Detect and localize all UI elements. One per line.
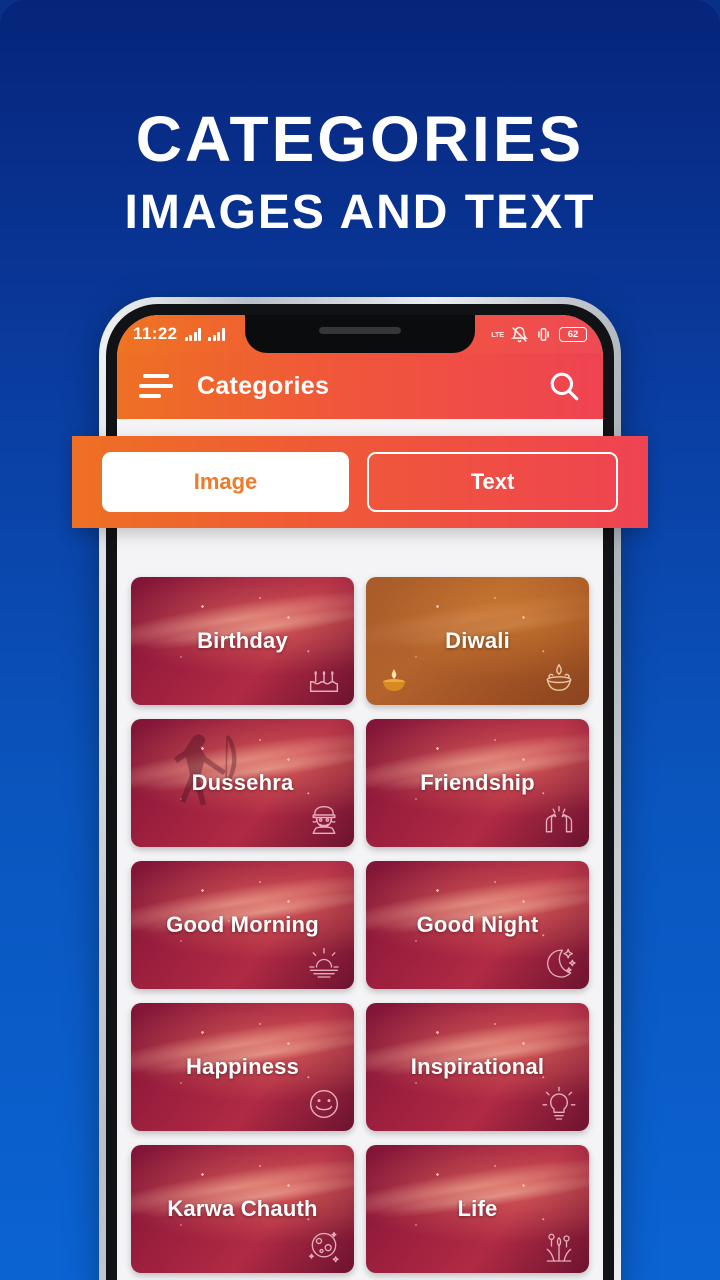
- status-bar-left: 11:22: [133, 324, 225, 344]
- moon-stars-icon: [539, 942, 579, 982]
- battery-icon: 62: [559, 326, 587, 342]
- tab-text[interactable]: Text: [367, 452, 618, 512]
- category-label: Dussehra: [191, 770, 294, 795]
- ravana-face-icon: [304, 800, 344, 840]
- tab-bar: Image Text: [72, 436, 648, 528]
- category-card-life[interactable]: Life: [366, 1145, 589, 1273]
- sunrise-icon: [304, 942, 344, 982]
- diya-lamp-icon: [539, 658, 579, 698]
- category-card-birthday[interactable]: Birthday: [131, 577, 354, 705]
- category-card-diwali[interactable]: Diwali: [366, 577, 589, 705]
- promo-headline: CATEGORIES IMAGES AND TEXT: [0, 104, 720, 242]
- lit-diya-decoration: [374, 665, 414, 697]
- status-time: 11:22: [133, 324, 178, 343]
- category-label: Inspirational: [410, 1054, 545, 1079]
- promo-canvas: CATEGORIES IMAGES AND TEXT 11:22 LTE 62 …: [0, 0, 720, 1280]
- full-moon-icon: [304, 1226, 344, 1266]
- category-label: Karwa Chauth: [167, 1196, 318, 1221]
- lightbulb-icon: [539, 1084, 579, 1124]
- hamburger-icon[interactable]: [139, 374, 173, 398]
- signal-bars-sim2-icon: [208, 327, 225, 341]
- category-card-friendship[interactable]: Friendship: [366, 719, 589, 847]
- high-five-icon: [539, 800, 579, 840]
- category-card-inspirational[interactable]: Inspirational: [366, 1003, 589, 1131]
- smiley-face-icon: [304, 1084, 344, 1124]
- category-card-happiness[interactable]: Happiness: [131, 1003, 354, 1131]
- category-label: Good Night: [416, 912, 539, 937]
- category-label: Birthday: [197, 628, 288, 653]
- bell-muted-icon: [511, 326, 528, 343]
- vibrate-icon: [535, 326, 552, 343]
- birthday-cake-icon: [304, 658, 344, 698]
- category-card-good-night[interactable]: Good Night: [366, 861, 589, 989]
- signal-bars-sim1-icon: [184, 327, 202, 341]
- category-list[interactable]: Birthday Diwali Dussehra Friendship Good…: [117, 419, 603, 1280]
- category-label: Good Morning: [166, 912, 319, 937]
- category-label: Diwali: [445, 628, 510, 653]
- search-icon[interactable]: [547, 369, 581, 403]
- category-label: Friendship: [420, 770, 535, 795]
- category-card-good-morning[interactable]: Good Morning: [131, 861, 354, 989]
- category-label: Life: [457, 1196, 498, 1221]
- headline-line-2: IMAGES AND TEXT: [124, 186, 596, 239]
- lte-data-icon: LTE: [491, 329, 504, 339]
- tab-image[interactable]: Image: [102, 452, 349, 512]
- phone-notch: [245, 315, 475, 353]
- earpiece-speaker: [319, 327, 401, 334]
- status-bar-right: LTE 62: [491, 326, 587, 343]
- headline-line-1: CATEGORIES: [135, 103, 585, 175]
- page-title: Categories: [197, 371, 330, 400]
- category-grid: Birthday Diwali Dussehra Friendship Good…: [131, 447, 589, 1273]
- category-card-dussehra[interactable]: Dussehra: [131, 719, 354, 847]
- category-card-karwa-chauth[interactable]: Karwa Chauth: [131, 1145, 354, 1273]
- app-bar: Categories: [117, 353, 603, 419]
- category-label: Happiness: [185, 1054, 300, 1079]
- plant-flowers-icon: [539, 1226, 579, 1266]
